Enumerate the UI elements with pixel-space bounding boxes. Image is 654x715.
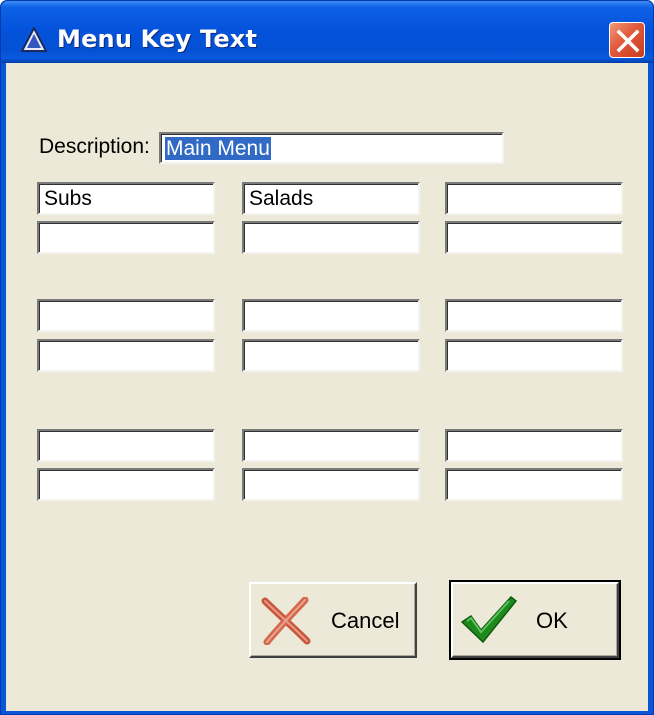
key-field-5[interactable] <box>242 221 420 254</box>
triangle-app-icon <box>20 25 48 53</box>
key-field-11[interactable] <box>242 339 420 372</box>
green-check-icon <box>460 595 518 644</box>
red-x-icon <box>261 597 311 645</box>
key-field-15[interactable] <box>445 429 623 462</box>
key-field-9[interactable] <box>445 299 623 332</box>
key-field-8[interactable] <box>242 299 420 332</box>
key-field-12[interactable] <box>445 339 623 372</box>
close-icon <box>616 29 640 53</box>
key-field-18[interactable] <box>445 468 623 501</box>
description-field[interactable]: Main Menu <box>159 132 504 164</box>
key-field-7[interactable] <box>37 299 215 332</box>
key-field-13[interactable] <box>37 429 215 462</box>
key-field-1[interactable]: Subs <box>37 182 215 215</box>
key-field-4[interactable] <box>37 221 215 254</box>
window-title: Menu Key Text <box>57 25 258 53</box>
key-field-14[interactable] <box>242 429 420 462</box>
title-bar[interactable]: Menu Key Text <box>1 1 653 63</box>
key-field-3[interactable] <box>445 182 623 215</box>
dialog-window: Menu Key Text Description: Main Menu Sub… <box>0 0 654 715</box>
description-value: Main Menu <box>165 137 271 160</box>
key-field-17[interactable] <box>242 468 420 501</box>
close-button[interactable] <box>609 22 645 58</box>
key-field-6[interactable] <box>445 221 623 254</box>
key-field-16[interactable] <box>37 468 215 501</box>
dialog-body: Description: Main Menu Subs Salads Cance… <box>6 63 648 711</box>
key-field-2[interactable]: Salads <box>242 182 420 215</box>
cancel-button[interactable]: Cancel <box>249 582 417 658</box>
cancel-label: Cancel <box>331 608 400 633</box>
ok-label: OK <box>536 608 568 633</box>
key-field-10[interactable] <box>37 339 215 372</box>
description-label: Description: <box>39 135 150 158</box>
ok-button[interactable]: OK <box>449 580 621 660</box>
